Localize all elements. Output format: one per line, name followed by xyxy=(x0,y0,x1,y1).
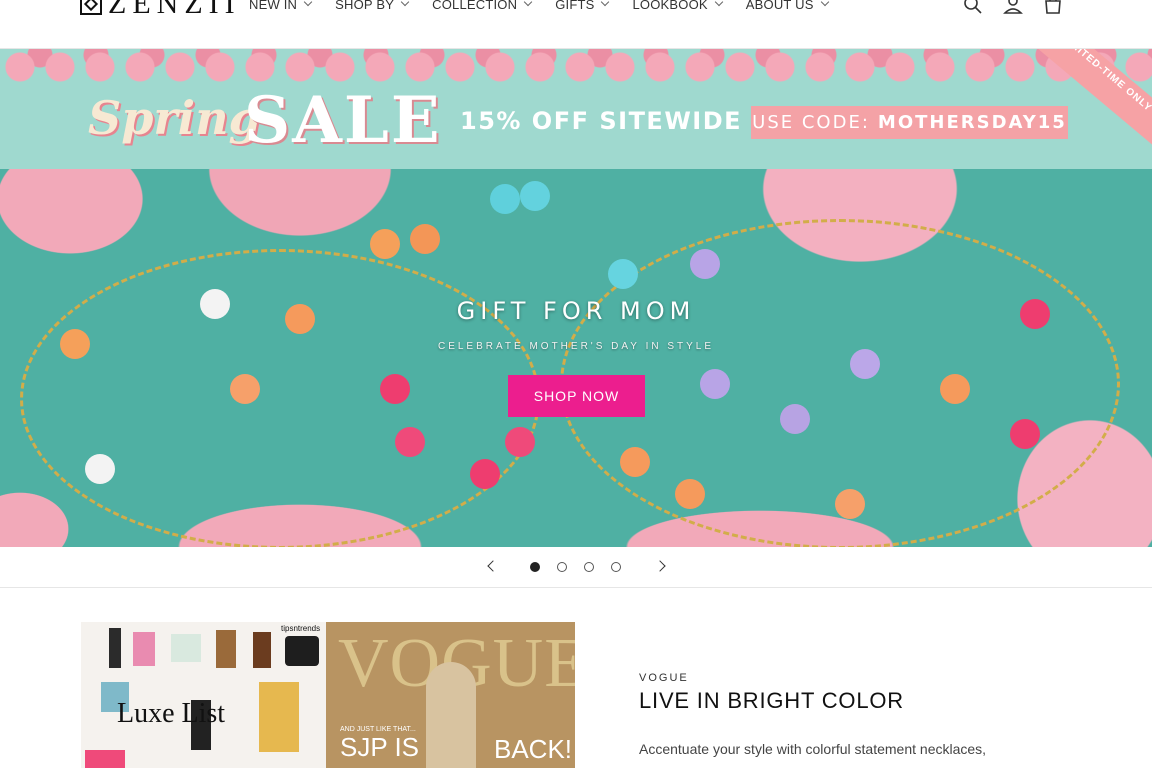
flower-bead xyxy=(395,427,425,457)
flower-bead xyxy=(470,459,500,489)
search-icon[interactable] xyxy=(962,0,984,16)
logo-mark-icon xyxy=(80,0,102,15)
flower-bead xyxy=(690,249,720,279)
cover-headline-left: SJP IS xyxy=(340,732,420,762)
flower-bead xyxy=(780,404,810,434)
nav-label: COLLECTION xyxy=(432,0,518,12)
flower-bead xyxy=(380,374,410,404)
slide-dot-3[interactable] xyxy=(584,562,594,572)
promo-code-label: USE CODE: xyxy=(752,112,870,133)
account-icon[interactable] xyxy=(1002,0,1024,16)
flower-bead xyxy=(505,427,535,457)
cover-model xyxy=(426,662,476,768)
flower-bead xyxy=(620,447,650,477)
feature-text-block: VOGUE LIVE IN BRIGHT COLOR Accentuate yo… xyxy=(639,672,1059,760)
flower-bead xyxy=(85,454,115,484)
product-bottle xyxy=(109,628,121,668)
flower-bead xyxy=(230,374,260,404)
feature-body: Accentuate your style with colorful stat… xyxy=(639,741,987,757)
chevron-down-icon xyxy=(714,0,724,6)
sale-word: SALE xyxy=(244,83,442,158)
chevron-down-icon xyxy=(400,0,410,6)
nav-label: LOOKBOOK xyxy=(632,0,708,12)
product-bottle xyxy=(216,630,236,668)
nav-item-new-in[interactable]: NEW IN xyxy=(249,0,313,12)
sale-script-word: Spring xyxy=(88,91,261,145)
nav-item-collection[interactable]: COLLECTION xyxy=(432,0,533,12)
slider-controls xyxy=(0,547,1152,588)
flower-bead xyxy=(1010,419,1040,449)
chevron-down-icon xyxy=(820,0,829,6)
chevron-left-icon[interactable] xyxy=(487,560,499,572)
slide-dot-2[interactable] xyxy=(557,562,567,572)
promo-code: MOTHERSDAY15 xyxy=(877,112,1067,133)
nav-label: SHOP BY xyxy=(335,0,395,12)
slide-dot-4[interactable] xyxy=(611,562,621,572)
magazine-page-left: tipsntrends Luxe List xyxy=(81,622,326,768)
flower-bead xyxy=(410,224,440,254)
nav-label: NEW IN xyxy=(249,0,298,12)
nav-item-about-us[interactable]: ABOUT US xyxy=(745,0,829,12)
header-icons xyxy=(962,0,1064,16)
nav-item-gifts[interactable]: GIFTS xyxy=(555,0,610,12)
press-feature-image: tipsntrends Luxe List VOGUE AND JUST LIK… xyxy=(81,622,575,768)
product-flower xyxy=(85,750,125,768)
flower-bead xyxy=(835,489,865,519)
flower-bead xyxy=(490,184,520,214)
flower-bead xyxy=(850,349,880,379)
flower-bead xyxy=(608,259,638,289)
site-header: ZENZII NEW IN SHOP BY COLLECTION GIFTS L… xyxy=(0,0,1152,49)
flower-bead xyxy=(520,181,550,211)
feature-eyebrow: VOGUE xyxy=(639,672,689,684)
magazine-cover-right: VOGUE AND JUST LIKE THAT... SJP IS BACK! xyxy=(326,622,575,768)
main-nav: NEW IN SHOP BY COLLECTION GIFTS LOOKBOOK… xyxy=(249,0,852,12)
nav-label: GIFTS xyxy=(555,0,595,12)
magazine-brand-text: tipsntrends xyxy=(281,624,321,633)
nav-item-lookbook[interactable]: LOOKBOOK xyxy=(632,0,724,12)
sale-banner[interactable]: Spring SALE 15% OFF SITEWIDE USE CODE: M… xyxy=(0,49,1152,169)
product-bottle xyxy=(253,632,271,668)
chevron-down-icon xyxy=(303,0,313,6)
necklace-chain-decoration xyxy=(20,249,540,547)
product-jar xyxy=(285,636,319,666)
magazine-headline: Luxe List xyxy=(117,698,226,729)
sale-offer: 15% OFF SITEWIDE xyxy=(460,107,743,135)
chevron-right-icon[interactable] xyxy=(654,560,666,572)
hero-slide: GIFT FOR MOM CELEBRATE MOTHER'S DAY IN S… xyxy=(0,169,1152,547)
flower-bead xyxy=(675,479,705,509)
chevron-down-icon xyxy=(523,0,533,6)
product-box xyxy=(133,632,155,666)
brand-name: ZENZII xyxy=(108,0,241,20)
hero-title: GIFT FOR MOM xyxy=(456,297,696,325)
cover-headline-right: BACK! xyxy=(494,734,573,764)
flower-border xyxy=(0,49,1152,83)
feature-title: LIVE IN BRIGHT COLOR xyxy=(639,688,904,713)
flower-bead xyxy=(940,374,970,404)
nav-label: ABOUT US xyxy=(745,0,814,12)
flower-bead xyxy=(370,229,400,259)
hero-subtitle: CELEBRATE MOTHER'S DAY IN STYLE xyxy=(437,341,715,352)
product-bottle xyxy=(259,682,299,752)
nav-item-shop-by[interactable]: SHOP BY xyxy=(335,0,410,12)
cart-icon[interactable] xyxy=(1042,0,1064,16)
promo-code-box: USE CODE: MOTHERSDAY15 xyxy=(751,106,1068,139)
brand-logo[interactable]: ZENZII xyxy=(80,0,241,20)
flower-bead xyxy=(700,369,730,399)
product-box xyxy=(171,634,201,662)
shop-now-button[interactable]: SHOP NOW xyxy=(508,375,645,417)
slide-dot-1[interactable] xyxy=(530,562,540,572)
chevron-down-icon xyxy=(601,0,610,6)
